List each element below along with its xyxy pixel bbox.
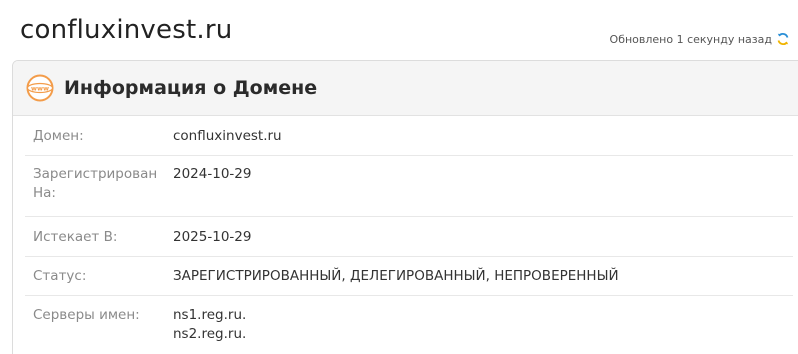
www-icon: www <box>26 74 54 102</box>
updated-status: Обновлено 1 секунду назад <box>610 32 790 46</box>
label-domain: Домен: <box>33 128 84 144</box>
domain-info-panel: www Информация о Домене Домен: confluxin… <box>12 60 798 354</box>
nameserver-1: ns1.reg.ru. <box>173 307 247 323</box>
page: confluxinvest.ru Обновлено 1 секунду наз… <box>0 0 798 354</box>
row-expires: Истекает В: 2025-10-29 <box>25 217 793 257</box>
updated-text: Обновлено 1 секунду назад <box>609 32 772 46</box>
row-nameservers: Серверы имен: ns1.reg.ru. ns2.reg.ru. <box>25 296 793 354</box>
label-status: Статус: <box>33 268 87 284</box>
value-registered: 2024-10-29 <box>173 166 252 182</box>
panel-header: www Информация о Домене <box>13 61 798 116</box>
row-registered: Зарегистрирован На: 2024-10-29 <box>25 156 793 217</box>
row-status: Статус: ЗАРЕГИСТРИРОВАННЫЙ, ДЕЛЕГИРОВАНН… <box>25 257 793 296</box>
value-status: ЗАРЕГИСТРИРОВАННЫЙ, ДЕЛЕГИРОВАННЫЙ, НЕПР… <box>173 268 619 284</box>
row-domain: Домен: confluxinvest.ru <box>25 116 793 156</box>
nameserver-2: ns2.reg.ru. <box>173 326 247 342</box>
label-registered: Зарегистрирован На: <box>33 166 158 201</box>
svg-text:www: www <box>31 85 49 93</box>
site-title: confluxinvest.ru <box>20 15 233 45</box>
label-nameservers: Серверы имен: <box>33 307 140 323</box>
value-domain: confluxinvest.ru <box>173 128 282 144</box>
value-expires: 2025-10-29 <box>173 229 252 245</box>
value-nameservers: ns1.reg.ru. ns2.reg.ru. <box>173 306 246 354</box>
panel-title: Информация о Домене <box>64 77 318 99</box>
refresh-icon[interactable] <box>776 32 790 46</box>
domain-info-table: Домен: confluxinvest.ru Зарегистрирован … <box>13 116 798 354</box>
label-expires: Истекает В: <box>33 229 118 245</box>
